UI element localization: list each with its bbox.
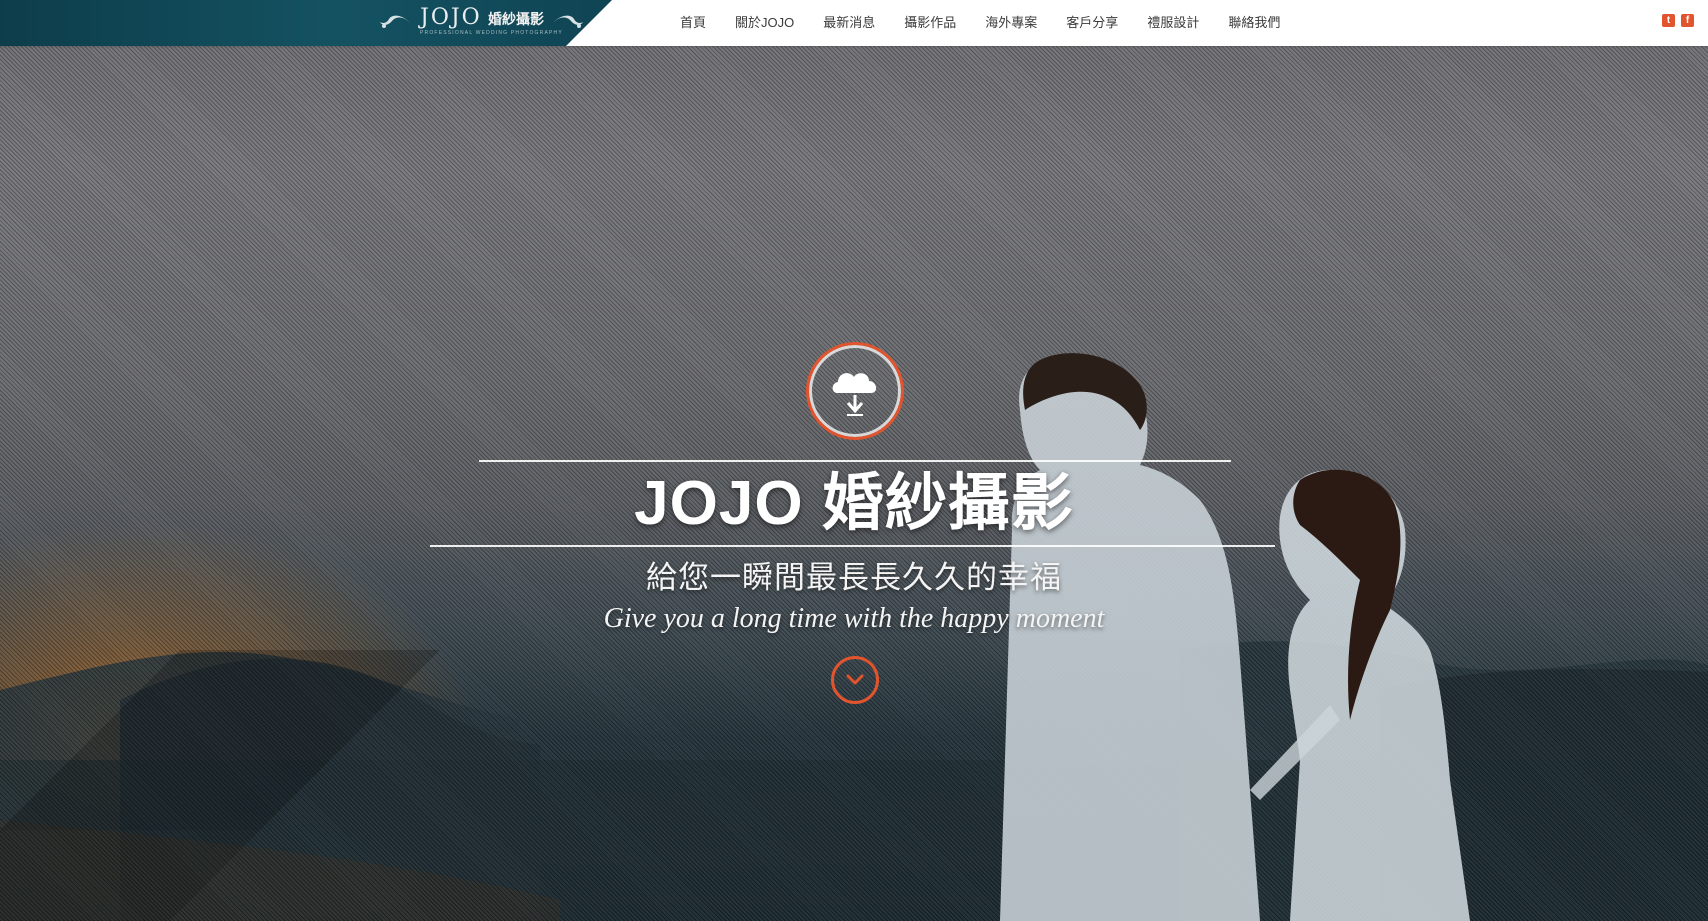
twitter-icon[interactable]: t [1662, 14, 1675, 27]
hero-tagline: Give you a long time with the happy mome… [603, 603, 1105, 634]
site-logo[interactable]: JOJO 婚紗攝影 PROFESSIONAL WEDDING PHOTOGRAP… [378, 5, 583, 40]
nav-item-contact[interactable]: 聯絡我們 [1228, 15, 1280, 31]
ornament-left-icon [380, 15, 410, 28]
title-divider-top [479, 460, 1231, 462]
main-nav: 首頁 關於JOJO 最新消息 攝影作品 海外專案 客戶分享 禮服設計 聯絡我們 [680, 0, 1309, 46]
nav-item-home[interactable]: 首頁 [680, 15, 706, 31]
title-divider-bottom [430, 545, 1275, 547]
cloud-download-icon [806, 342, 904, 440]
facebook-icon[interactable]: f [1681, 14, 1694, 27]
top-navigation-bar: JOJO 婚紗攝影 PROFESSIONAL WEDDING PHOTOGRAP… [0, 0, 1708, 46]
logo-wordmark: JOJO [420, 5, 482, 30]
logo-chinese-text: 婚紗攝影 [488, 11, 544, 27]
nav-item-overseas[interactable]: 海外專案 [985, 15, 1037, 31]
nav-item-about[interactable]: 關於JOJO [735, 15, 794, 31]
logo-tagline: PROFESSIONAL WEDDING PHOTOGRAPHY [420, 30, 563, 36]
brand-banner: JOJO 婚紗攝影 PROFESSIONAL WEDDING PHOTOGRAP… [0, 0, 612, 46]
nav-item-portfolio[interactable]: 攝影作品 [904, 15, 956, 31]
nav-item-testimonials[interactable]: 客戶分享 [1066, 15, 1118, 31]
ornament-right-icon [553, 15, 583, 28]
hero-title: JOJO 婚紗攝影 [634, 469, 1074, 538]
chevron-down-icon [846, 674, 864, 685]
hero-subtitle: 給您一瞬間最長長久久的幸福 [646, 560, 1062, 596]
hero-content: JOJO 婚紗攝影 給您一瞬間最長長久久的幸福 Give you a long … [0, 0, 1708, 921]
scroll-down-button[interactable] [831, 656, 879, 704]
nav-item-gowns[interactable]: 禮服設計 [1147, 15, 1199, 31]
nav-item-news[interactable]: 最新消息 [823, 15, 875, 31]
social-links: t f [1662, 14, 1694, 27]
